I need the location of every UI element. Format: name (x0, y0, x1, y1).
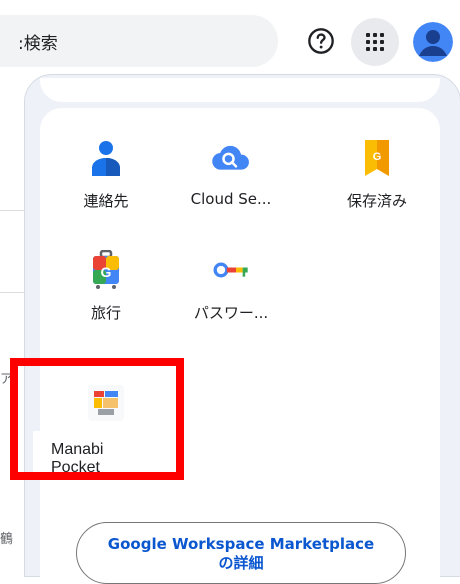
help-button[interactable] (302, 22, 340, 60)
app-password-manager[interactable]: パスワー... (176, 250, 286, 323)
cloud-search-icon (212, 145, 249, 170)
apps-grid-icon (366, 33, 384, 51)
travel-icon: G (93, 250, 119, 289)
saved-icon: G (365, 140, 389, 176)
marketplace-button-label: Google Workspace Marketplace の詳細 (107, 535, 375, 572)
account-avatar[interactable] (413, 22, 453, 62)
background-text: 鶴 (0, 532, 14, 547)
svg-text:G: G (101, 264, 112, 280)
password-manager-icon (213, 262, 248, 278)
search-placeholder: :検索 (18, 34, 58, 54)
app-label: 保存済み (346, 192, 407, 210)
app-travel[interactable]: G 旅行 (51, 250, 161, 323)
account-avatar-icon (413, 22, 453, 62)
workspace-marketplace-button[interactable]: Google Workspace Marketplace の詳細 (76, 522, 406, 584)
svg-text:G: G (373, 151, 382, 163)
app-label: 連絡先 (83, 192, 129, 210)
app-cloud-search[interactable]: Cloud Se... (176, 138, 286, 208)
app-label: Cloud Se... (190, 190, 272, 208)
background-divider (0, 292, 24, 293)
help-icon (308, 28, 334, 54)
google-apps-button[interactable] (351, 18, 399, 66)
app-contacts[interactable]: 連絡先 (51, 138, 161, 211)
apps-panel-top-section (40, 78, 440, 102)
background-divider (0, 210, 24, 211)
search-box[interactable]: :検索 (0, 15, 278, 67)
highlight-box (10, 358, 184, 480)
app-label: 旅行 (90, 304, 121, 322)
top-bar: :検索 (0, 0, 460, 82)
app-saved[interactable]: G 保存済み (322, 138, 432, 211)
contacts-icon (92, 141, 120, 176)
app-label: パスワー... (193, 304, 269, 322)
